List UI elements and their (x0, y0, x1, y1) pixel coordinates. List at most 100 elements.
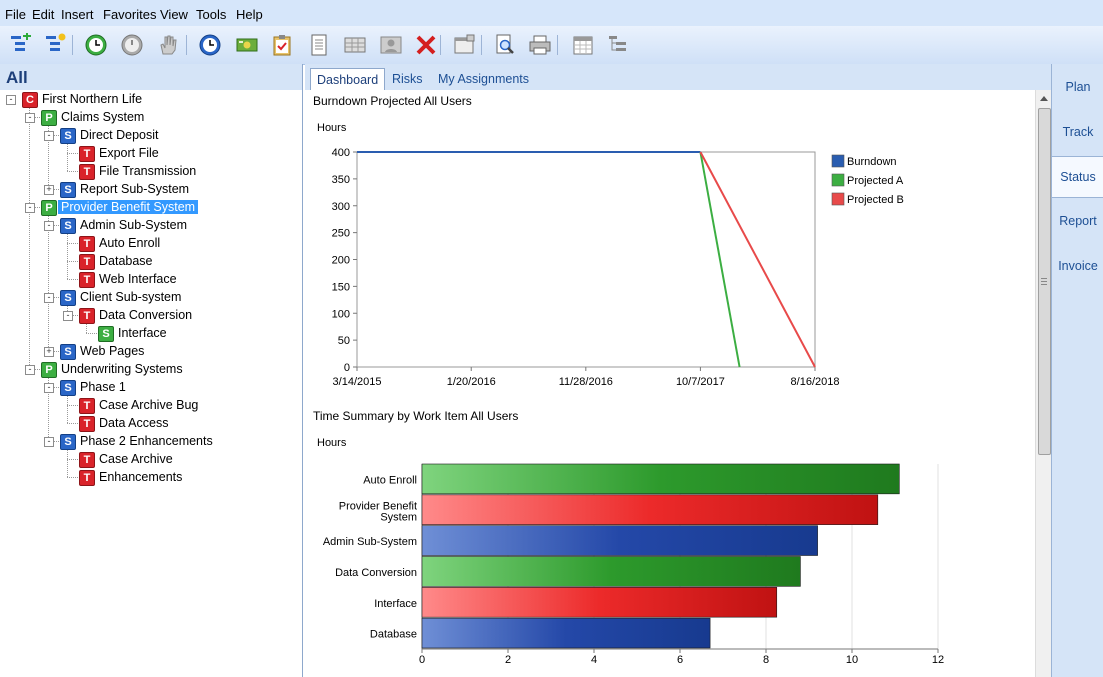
tree-node[interactable]: T Database (79, 253, 290, 270)
collapse-toggle-icon[interactable]: - (25, 365, 35, 375)
content-scrollbar[interactable] (1035, 90, 1052, 677)
nav-invoice[interactable]: Invoice (1052, 246, 1103, 286)
tree-node[interactable]: S Phase 1 (60, 379, 290, 396)
nav-report[interactable]: Report (1052, 201, 1103, 241)
collapse-toggle-icon[interactable]: - (63, 311, 73, 321)
expand-toggle-icon[interactable]: + (44, 185, 54, 195)
delete-icon[interactable] (412, 31, 440, 59)
collapse-toggle-icon[interactable]: - (44, 383, 54, 393)
item-type-t-icon: T (79, 452, 95, 468)
category-label: Data Conversion (335, 567, 417, 579)
tab-risks[interactable]: Risks (386, 68, 429, 90)
clock-green-icon[interactable] (82, 31, 110, 59)
contact-card-icon[interactable] (377, 31, 405, 59)
menu-favorites[interactable]: Favorites (103, 7, 156, 22)
tree-node[interactable]: S Direct Deposit (60, 127, 290, 144)
expand-toggle-icon[interactable]: + (44, 347, 54, 357)
tree-connector (67, 171, 78, 172)
tree-node-label: Case Archive (99, 452, 173, 466)
collapse-toggle-icon[interactable]: - (25, 203, 35, 213)
tree-node[interactable]: T Auto Enroll (79, 235, 290, 252)
tree-connector (67, 153, 78, 154)
tab-dashboard[interactable]: Dashboard (310, 68, 386, 91)
add-child-icon[interactable] (6, 31, 34, 59)
hand-icon[interactable] (154, 31, 182, 59)
collapse-toggle-icon[interactable]: - (44, 437, 54, 447)
tree-connector (67, 477, 78, 478)
money-icon[interactable] (233, 31, 261, 59)
tree-node-label: Report Sub-System (80, 182, 190, 196)
tree-node[interactable]: S Client Sub-system (60, 289, 290, 306)
tree-connector (67, 423, 78, 424)
bar-admin-sub-system (421, 525, 818, 556)
tree-node[interactable]: T Case Archive (79, 451, 290, 468)
window-icon[interactable] (450, 31, 478, 59)
item-type-p-icon: P (41, 200, 57, 216)
tree-node[interactable]: P Claims System (41, 109, 290, 126)
tree-node[interactable]: S Report Sub-System (60, 181, 290, 198)
collapse-toggle-icon[interactable]: - (44, 221, 54, 231)
menu-bar: File Edit Insert Favorites View Tools Help (0, 0, 1103, 26)
tree-node[interactable]: T Export File (79, 145, 290, 162)
clock-gray-icon[interactable] (118, 31, 146, 59)
hierarchy-icon[interactable] (604, 31, 632, 59)
nav-status[interactable]: Status (1052, 156, 1103, 198)
collapse-toggle-icon[interactable]: - (25, 113, 35, 123)
calendar-icon[interactable] (569, 31, 597, 59)
clock-blue-icon[interactable] (196, 31, 224, 59)
tree-node-label: Interface (118, 326, 167, 340)
tree-node-label: Database (99, 254, 153, 268)
tree-node[interactable]: C First Northern Life (22, 91, 290, 108)
scroll-up-icon[interactable] (1040, 96, 1048, 101)
nav-plan[interactable]: Plan (1052, 67, 1103, 107)
tree-node-label: Data Access (99, 416, 169, 430)
menu-file[interactable]: File (5, 7, 26, 22)
tree-node[interactable]: T Enhancements (79, 469, 290, 486)
menu-edit[interactable]: Edit (32, 7, 54, 22)
tree-node-label: Enhancements (99, 470, 183, 484)
menu-insert[interactable]: Insert (61, 7, 94, 22)
grid-icon[interactable] (341, 31, 369, 59)
item-type-s-icon: S (60, 344, 76, 360)
tree-node-label: File Transmission (99, 164, 197, 178)
tree-node[interactable]: T File Transmission (79, 163, 290, 180)
tree-node-label: Phase 1 (80, 380, 126, 394)
item-type-p-icon: P (41, 110, 57, 126)
tree-node[interactable]: P Underwriting Systems (41, 361, 290, 378)
item-type-t-icon: T (79, 146, 95, 162)
item-type-s-icon: S (98, 326, 114, 342)
tree-node-label: Phase 2 Enhancements (80, 434, 213, 448)
add-sibling-icon[interactable] (41, 31, 69, 59)
menu-help[interactable]: Help (236, 7, 263, 22)
tree-node[interactable]: P Provider Benefit System (41, 199, 290, 216)
toolbar-separator (186, 35, 187, 55)
tree-header: All (0, 64, 302, 90)
tree-connector (29, 107, 30, 369)
item-type-t-icon: T (79, 398, 95, 414)
printer-icon[interactable] (526, 31, 554, 59)
tree-connector (67, 261, 78, 262)
tree-connector (67, 233, 68, 279)
menu-view[interactable]: View (160, 7, 188, 22)
menu-tools[interactable]: Tools (196, 7, 226, 22)
tab-my-assignments[interactable]: My Assignments (432, 68, 535, 90)
tree-node[interactable]: S Phase 2 Enhancements (60, 433, 290, 450)
item-type-s-icon: S (60, 434, 76, 450)
document-icon[interactable] (305, 31, 333, 59)
tree-node[interactable]: T Data Access (79, 415, 290, 432)
tree-connector (67, 279, 78, 280)
tree-node[interactable]: S Web Pages (60, 343, 290, 360)
collapse-toggle-icon[interactable]: - (6, 95, 16, 105)
tree-connector (67, 243, 78, 244)
clipboard-icon[interactable] (268, 31, 296, 59)
print-preview-icon[interactable] (491, 31, 519, 59)
nav-track[interactable]: Track (1052, 112, 1103, 152)
tree-node-label: Direct Deposit (80, 128, 159, 142)
tree-node[interactable]: T Web Interface (79, 271, 290, 288)
tree-node[interactable]: S Admin Sub-System (60, 217, 290, 234)
tree-node[interactable]: T Case Archive Bug (79, 397, 290, 414)
tree-node[interactable]: S Interface (98, 325, 290, 342)
collapse-toggle-icon[interactable]: - (44, 131, 54, 141)
collapse-toggle-icon[interactable]: - (44, 293, 54, 303)
tree-node[interactable]: T Data Conversion (79, 307, 290, 324)
